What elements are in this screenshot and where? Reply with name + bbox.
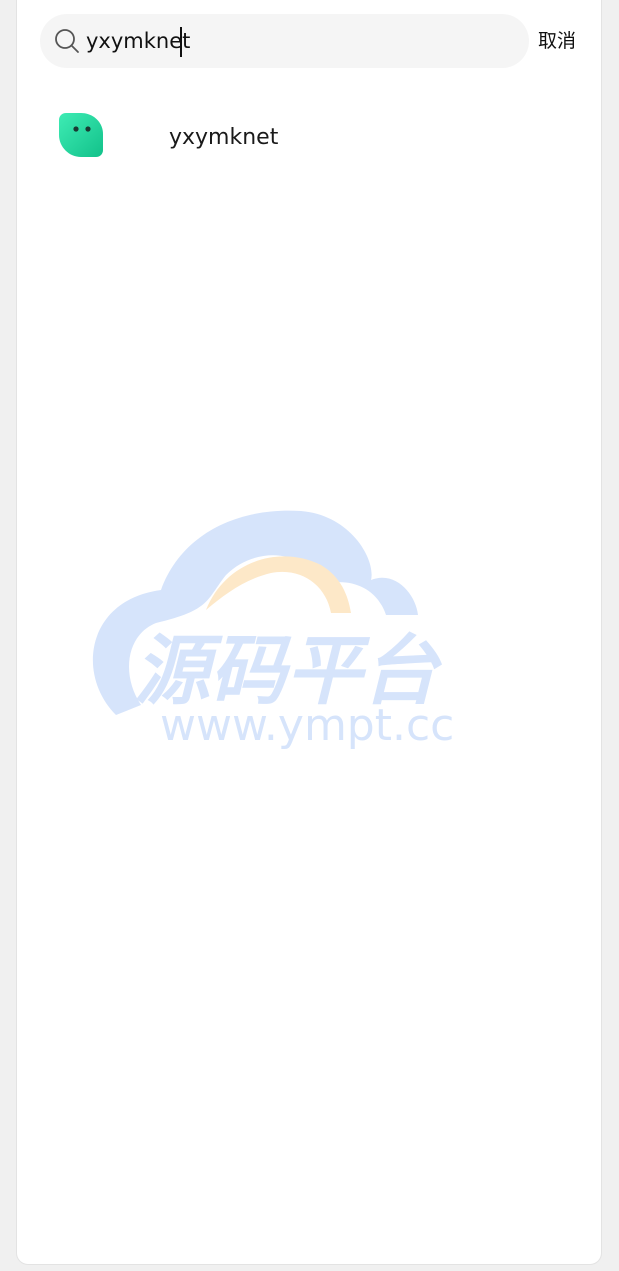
watermark-url: www.ympt.cc: [160, 700, 454, 751]
search-input[interactable]: [86, 25, 506, 57]
cancel-button[interactable]: 取消: [538, 27, 576, 55]
watermark-logo: 源码平台 www.ympt.cc: [92, 510, 454, 751]
search-icon: [55, 29, 79, 53]
chat-bubble-avatar-icon: [59, 113, 103, 157]
text-caret: [180, 27, 182, 57]
search-result-item[interactable]: yxymknet: [40, 96, 580, 176]
result-name: yxymknet: [169, 125, 279, 150]
search-bar[interactable]: [40, 14, 529, 68]
